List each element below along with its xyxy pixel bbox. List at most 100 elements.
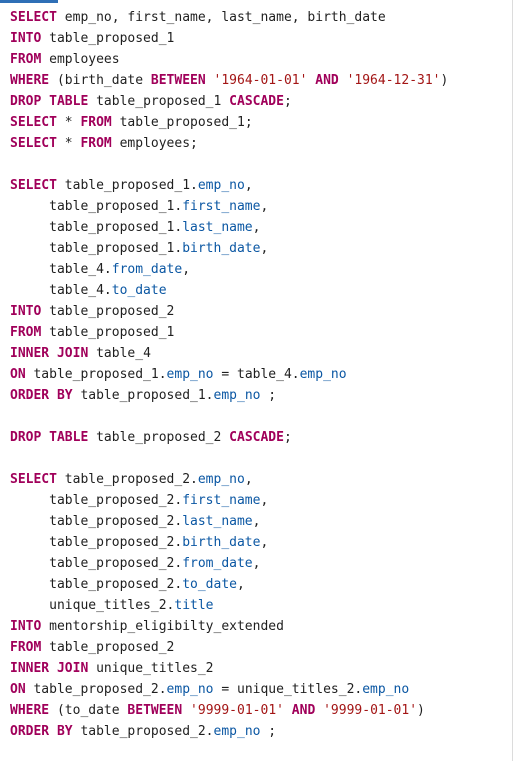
code-line[interactable]: FROM table_proposed_1 — [10, 322, 448, 343]
code-area[interactable]: SELECT emp_no, first_name, last_name, bi… — [10, 7, 448, 742]
code-text: , — [252, 514, 261, 529]
string-literal: '1964-12-31' — [346, 73, 441, 88]
sql-editor[interactable]: SELECT emp_no, first_name, last_name, bi… — [0, 0, 513, 761]
code-line[interactable]: ON table_proposed_2.emp_no = unique_titl… — [10, 679, 448, 700]
code-line[interactable]: WHERE (to_date BETWEEN '9999-01-01' AND … — [10, 700, 448, 721]
sql-keyword: DROP TABLE — [10, 94, 89, 109]
code-line[interactable]: INTO mentorship_eligibilty_extended — [10, 616, 448, 637]
code-text: , — [260, 493, 269, 508]
code-text: ; — [283, 430, 292, 445]
code-line[interactable]: table_4.from_date, — [10, 259, 448, 280]
code-text: ; — [283, 94, 292, 109]
code-line[interactable]: unique_titles_2.title — [10, 595, 448, 616]
sql-keyword: INTO — [10, 619, 42, 634]
sql-keyword: FROM — [10, 52, 42, 67]
code-text: , — [236, 577, 245, 592]
string-literal: '9999-01-01' — [190, 703, 284, 718]
sql-keyword: CASCADE — [229, 94, 284, 109]
sql-keyword: SELECT — [10, 136, 57, 151]
sql-keyword: SELECT — [10, 10, 57, 25]
sql-keyword: WHERE — [10, 703, 50, 718]
code-text: , — [244, 178, 253, 193]
sql-keyword: ON — [10, 367, 26, 382]
code-line[interactable]: table_proposed_1.last_name, — [10, 217, 448, 238]
code-line[interactable]: INNER JOIN table_4 — [10, 343, 448, 364]
sql-keyword: FROM — [80, 115, 112, 130]
code-text: table_proposed_2 — [41, 640, 175, 655]
code-line[interactable]: DROP TABLE table_proposed_2 CASCADE; — [10, 427, 448, 448]
code-line[interactable]: WHERE (birth_date BETWEEN '1964-01-01' A… — [10, 70, 448, 91]
column-name: emp_no — [362, 682, 410, 697]
code-text: table_proposed_2. — [10, 535, 183, 550]
code-text: ) — [417, 703, 425, 718]
code-line[interactable]: ON table_proposed_1.emp_no = table_4.emp… — [10, 364, 448, 385]
code-line[interactable]: INTO table_proposed_1 — [10, 28, 448, 49]
code-line[interactable]: SELECT emp_no, first_name, last_name, bi… — [10, 7, 448, 28]
code-text: , — [252, 220, 261, 235]
code-text: table_proposed_1. — [10, 220, 183, 235]
column-name: to_date — [182, 577, 237, 592]
code-text: table_proposed_1. — [10, 241, 183, 256]
code-line[interactable]: FROM table_proposed_2 — [10, 637, 448, 658]
code-line[interactable]: SELECT * FROM table_proposed_1; — [10, 112, 448, 133]
code-text: , — [244, 472, 253, 487]
code-line[interactable] — [10, 154, 448, 175]
code-text: table_proposed_2. — [56, 472, 198, 487]
code-line[interactable]: INTO table_proposed_2 — [10, 301, 448, 322]
code-text: table_proposed_1; — [111, 115, 253, 130]
code-text: table_proposed_2. — [10, 556, 183, 571]
code-text: = table_4. — [213, 367, 300, 382]
code-line[interactable]: SELECT table_proposed_2.emp_no, — [10, 469, 448, 490]
column-name: emp_no — [166, 367, 214, 382]
code-line[interactable]: ORDER BY table_proposed_1.emp_no ; — [10, 385, 448, 406]
code-line[interactable]: DROP TABLE table_proposed_1 CASCADE; — [10, 91, 448, 112]
code-line[interactable]: table_proposed_2.to_date, — [10, 574, 448, 595]
code-line[interactable]: FROM employees — [10, 49, 448, 70]
code-text: ; — [260, 724, 277, 739]
code-text: , — [182, 262, 191, 277]
sql-keyword: INNER JOIN — [10, 346, 89, 361]
code-text: , — [260, 199, 269, 214]
code-text: ) — [440, 73, 449, 88]
column-name: title — [174, 598, 214, 613]
code-line[interactable]: SELECT table_proposed_1.emp_no, — [10, 175, 448, 196]
sql-keyword: ORDER BY — [10, 724, 73, 739]
code-line[interactable]: table_proposed_2.last_name, — [10, 511, 448, 532]
column-name: first_name — [182, 493, 261, 508]
code-line[interactable] — [10, 406, 448, 427]
code-text: table_proposed_2 — [88, 430, 230, 445]
code-text: table_proposed_1. — [56, 178, 198, 193]
code-line[interactable]: SELECT * FROM employees; — [10, 133, 448, 154]
code-line[interactable]: table_proposed_1.first_name, — [10, 196, 448, 217]
code-text: employees — [41, 52, 120, 67]
sql-keyword: INTO — [10, 31, 42, 46]
code-text: , — [260, 535, 269, 550]
sql-keyword: ON — [10, 682, 26, 697]
sql-keyword: BETWEEN — [127, 703, 183, 718]
code-line[interactable]: table_proposed_2.birth_date, — [10, 532, 448, 553]
sql-keyword: ORDER BY — [10, 388, 73, 403]
sql-keyword: WHERE — [10, 73, 50, 88]
code-line[interactable]: table_4.to_date — [10, 280, 448, 301]
sql-keyword: INNER JOIN — [10, 661, 89, 676]
code-text: , — [252, 556, 261, 571]
code-line[interactable]: table_proposed_2.first_name, — [10, 490, 448, 511]
column-name: emp_no — [166, 682, 214, 697]
column-name: emp_no — [299, 367, 347, 382]
sql-keyword: INTO — [10, 304, 42, 319]
code-line[interactable]: table_proposed_1.birth_date, — [10, 238, 448, 259]
code-line[interactable] — [10, 448, 448, 469]
code-line[interactable]: INNER JOIN unique_titles_2 — [10, 658, 448, 679]
code-text: table_4. — [10, 262, 112, 277]
code-line[interactable]: ORDER BY table_proposed_2.emp_no ; — [10, 721, 448, 742]
code-text: (to_date — [49, 703, 128, 718]
sql-keyword: FROM — [80, 136, 112, 151]
column-name: emp_no — [213, 724, 261, 739]
sql-keyword: AND — [291, 703, 316, 718]
code-text: * — [56, 115, 81, 130]
column-name: last_name — [182, 514, 253, 529]
column-name: from_date — [182, 556, 253, 571]
column-name: to_date — [111, 283, 167, 298]
code-line[interactable]: table_proposed_2.from_date, — [10, 553, 448, 574]
sql-keyword: SELECT — [10, 115, 57, 130]
